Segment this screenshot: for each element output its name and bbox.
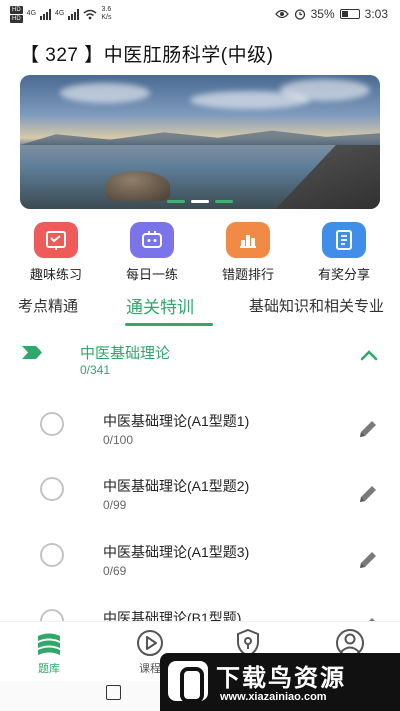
wifi-icon xyxy=(83,9,97,19)
play-circle-icon xyxy=(137,630,163,656)
network-type: 4G xyxy=(26,10,37,17)
network-speed: 3.6 K/s xyxy=(101,6,112,21)
category-tabs: 考点精通 通关特训 基础知识和相关专业 xyxy=(0,292,400,326)
carousel-indicator xyxy=(167,200,233,203)
tab-basic-knowledge[interactable]: 基础知识和相关专业 xyxy=(249,295,384,316)
daily-practice-icon xyxy=(130,222,174,258)
item-title: 中医基础理论(A1型题1) xyxy=(103,413,250,429)
banner-rock xyxy=(106,171,170,201)
watermark-logo: 下载鸟资源 www.xiazainiao.com xyxy=(160,653,400,711)
book-stack-icon xyxy=(38,633,60,655)
chapter-progress: 0/341 xyxy=(80,363,111,377)
nav-question-bank[interactable]: 题库 xyxy=(14,627,84,676)
item-progress: 0/99 xyxy=(103,498,127,512)
nav-label: 课程 xyxy=(139,663,161,675)
hd-badges: HD HD xyxy=(10,5,23,23)
list-item[interactable]: 中医基础理论(A1型题2) 0/99 xyxy=(0,469,400,531)
alarm-icon xyxy=(294,9,305,20)
quick-action-daily-practice[interactable]: 每日一练 xyxy=(107,222,197,284)
tab-key-points[interactable]: 考点精通 xyxy=(18,295,78,316)
list-item[interactable]: 中医基础理论(A1型题1) 0/100 xyxy=(0,404,400,466)
chapter-header[interactable]: 中医基础理论 0/341 xyxy=(0,338,400,384)
quiz-board-icon xyxy=(34,222,78,258)
carousel-dot[interactable] xyxy=(215,200,233,203)
chapter-title: 中医基础理论 xyxy=(80,345,171,362)
watermark-url: www.xiazainiao.com xyxy=(220,691,327,703)
item-progress: 0/69 xyxy=(103,564,127,578)
clock: 3:03 xyxy=(364,7,388,21)
watermark-bird-icon xyxy=(168,661,208,703)
carousel-dot-active[interactable] xyxy=(191,200,209,203)
hd-badge: HD xyxy=(10,14,23,23)
signal-icon xyxy=(68,8,80,20)
pencil-icon[interactable] xyxy=(356,548,380,572)
quick-actions: 趣味练习 每日一练 错题排行 有奖分享 xyxy=(0,222,400,284)
quick-action-label: 趣味练习 xyxy=(29,267,82,282)
quick-action-fun-practice[interactable]: 趣味练习 xyxy=(11,222,101,284)
banner-cloud xyxy=(280,79,370,101)
banner-mountains xyxy=(20,130,380,145)
nav-label: 题库 xyxy=(38,663,60,675)
pencil-icon[interactable] xyxy=(356,417,380,441)
status-right: 35% 3:03 xyxy=(274,7,388,21)
quick-action-label: 每日一练 xyxy=(125,267,178,282)
carousel-dot[interactable] xyxy=(167,200,185,203)
signal-icon xyxy=(40,8,52,20)
banner-shore xyxy=(270,145,380,209)
network-type: 4G xyxy=(55,10,65,17)
page-title: 【 327 】中医肛肠科学(中级) xyxy=(20,45,274,66)
watermark-title: 下载鸟资源 xyxy=(216,665,346,692)
banner-carousel[interactable] xyxy=(20,75,380,209)
battery-icon xyxy=(339,9,360,19)
chapter-flag-icon xyxy=(22,346,42,359)
recent-apps-button[interactable] xyxy=(106,685,121,700)
pencil-icon[interactable] xyxy=(356,482,380,506)
item-title: 中医基础理论(A1型题2) xyxy=(103,478,250,494)
status-bar: HD HD 4G 4G 3.6 K/s 35% 3:03 xyxy=(0,0,400,28)
hd-badge: HD xyxy=(10,5,23,14)
quick-action-label: 有奖分享 xyxy=(317,267,370,282)
eye-icon xyxy=(274,9,289,19)
share-book-icon xyxy=(322,222,366,258)
tab-pass-training[interactable]: 通关特训 xyxy=(126,293,194,318)
item-progress: 0/100 xyxy=(103,433,134,447)
ranking-icon xyxy=(226,222,270,258)
radio-circle[interactable] xyxy=(40,543,64,567)
quick-action-reward-share[interactable]: 有奖分享 xyxy=(299,222,389,284)
status-left: HD HD 4G 4G 3.6 K/s xyxy=(10,5,112,23)
chevron-up-icon[interactable] xyxy=(358,348,380,362)
item-title: 中医基础理论(A1型题3) xyxy=(103,544,250,560)
quick-action-label: 错题排行 xyxy=(221,267,274,282)
banner-cloud xyxy=(60,83,150,103)
list-item[interactable]: 中医基础理论(A1型题3) 0/69 xyxy=(0,535,400,597)
radio-circle[interactable] xyxy=(40,477,64,501)
battery-percent: 35% xyxy=(310,7,335,21)
quick-action-wrong-ranking[interactable]: 错题排行 xyxy=(203,222,293,284)
radio-circle[interactable] xyxy=(40,412,64,436)
active-tab-indicator xyxy=(125,323,213,326)
